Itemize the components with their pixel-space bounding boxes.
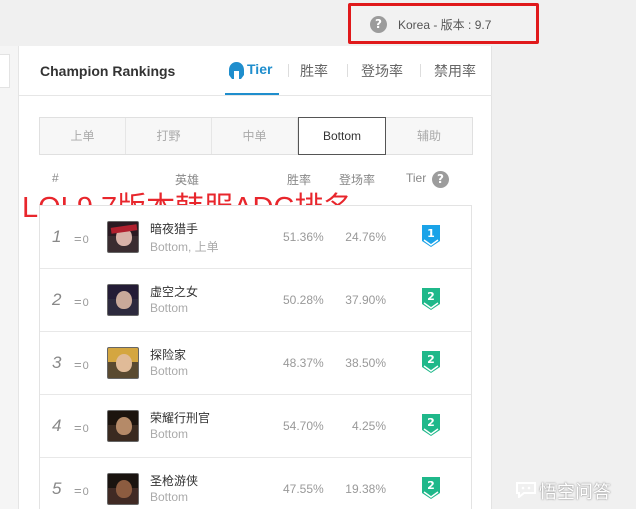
champion-avatar[interactable]: [107, 347, 139, 379]
champion-positions: Bottom: [150, 427, 189, 441]
position-top-button[interactable]: 上单: [40, 118, 126, 154]
rank-change: = 0: [74, 231, 89, 246]
sidebar-card: [0, 54, 10, 88]
champion-avatar[interactable]: [107, 473, 139, 505]
position-mid-button[interactable]: 中单: [212, 118, 298, 154]
champion-name[interactable]: 暗夜猎手: [150, 220, 198, 237]
rank-change: = 0: [74, 420, 89, 435]
region-version-selector[interactable]: ? Korea - 版本 : 9.7: [348, 3, 539, 44]
table-row[interactable]: 4 = 0 荣耀行刑官 Bottom 54.70% 4.25% 2: [40, 395, 471, 458]
position-support-button[interactable]: 辅助: [386, 118, 472, 154]
winrate-value: 54.70%: [283, 419, 324, 433]
pickrate-value: 24.76%: [345, 230, 386, 244]
pickrate-value: 38.50%: [345, 356, 386, 370]
svg-text:2: 2: [427, 353, 435, 366]
tab-divider: [347, 64, 348, 77]
winrate-value: 48.37%: [283, 356, 324, 370]
position-bottom-button[interactable]: Bottom: [298, 117, 386, 155]
svg-text:2: 2: [427, 290, 435, 303]
pickrate-value: 4.25%: [351, 419, 386, 433]
champion-name[interactable]: 虚空之女: [150, 283, 198, 300]
tab-tier[interactable]: Tier: [225, 61, 279, 95]
tier-badge-icon: 2: [422, 477, 440, 499]
svg-text:2: 2: [427, 416, 435, 429]
champion-positions: Bottom, 上单: [150, 240, 219, 254]
left-sidebar: [0, 46, 19, 509]
tier-helmet-icon: [229, 62, 244, 79]
pickrate-value: 19.38%: [345, 482, 386, 496]
tier-badge-icon: 1: [422, 225, 440, 247]
col-tier[interactable]: Tier: [406, 171, 426, 185]
tab-divider: [420, 64, 421, 77]
tab-pickrate[interactable]: 登场率: [361, 61, 403, 81]
table-row[interactable]: 1 = 0 暗夜猎手 Bottom, 上单 51.36% 24.76% 1: [40, 206, 471, 269]
rankings-table: 1 = 0 暗夜猎手 Bottom, 上单 51.36% 24.76% 1 2 =…: [39, 205, 472, 509]
rank-change: = 0: [74, 357, 89, 372]
tab-winrate[interactable]: 胜率: [300, 61, 328, 81]
winrate-value: 47.55%: [283, 482, 324, 496]
rank-number: 5: [52, 479, 62, 498]
table-row[interactable]: 3 = 0 探险家 Bottom 48.37% 38.50% 2: [40, 332, 471, 395]
active-tab-underline: [225, 93, 279, 95]
position-filter: 上单 打野 中单 Bottom 辅助: [39, 117, 473, 155]
champion-name[interactable]: 探险家: [150, 346, 186, 363]
winrate-value: 50.28%: [283, 293, 324, 307]
champion-positions: Bottom: [150, 301, 189, 315]
champion-positions: Bottom: [150, 490, 189, 504]
chat-bubble-icon: [516, 482, 536, 498]
champion-avatar[interactable]: [107, 221, 139, 253]
watermark-text: 悟空问答: [539, 482, 611, 502]
rank-number: 4: [52, 416, 62, 435]
winrate-value: 51.36%: [283, 230, 324, 244]
rank-change: = 0: [74, 483, 89, 498]
rank-change: = 0: [74, 294, 89, 309]
champion-avatar[interactable]: [107, 284, 139, 316]
col-rank: #: [52, 171, 59, 185]
table-row[interactable]: 2 = 0 虚空之女 Bottom 50.28% 37.90% 2: [40, 269, 471, 332]
rank-number: 2: [52, 290, 62, 309]
position-jungle-button[interactable]: 打野: [126, 118, 212, 154]
svg-text:2: 2: [427, 479, 435, 492]
top-bar: ? Korea - 版本 : 9.7: [0, 0, 636, 46]
tier-badge-icon: 2: [422, 414, 440, 436]
tier-help-icon[interactable]: ?: [432, 171, 449, 188]
help-icon[interactable]: ?: [370, 16, 387, 33]
tab-divider: [288, 64, 289, 77]
tab-tier-label: Tier: [247, 61, 273, 77]
rank-number: 3: [52, 353, 62, 372]
champion-name[interactable]: 荣耀行刑官: [150, 409, 210, 426]
tab-banrate[interactable]: 禁用率: [434, 61, 476, 81]
tier-badge-icon: 2: [422, 351, 440, 373]
rank-number: 1: [52, 227, 62, 246]
champion-avatar[interactable]: [107, 410, 139, 442]
pickrate-value: 37.90%: [345, 293, 386, 307]
panel-header: Champion Rankings Tier 胜率 登场率 禁用率: [19, 46, 492, 96]
champion-positions: Bottom: [150, 364, 189, 378]
table-row[interactable]: 5 = 0 圣枪游侠 Bottom 47.55% 19.38% 2: [40, 458, 471, 509]
champion-name[interactable]: 圣枪游侠: [150, 472, 198, 489]
region-version-label: Korea - 版本 : 9.7: [398, 18, 492, 32]
tier-badge-icon: 2: [422, 288, 440, 310]
panel-title: Champion Rankings: [40, 63, 176, 79]
svg-text:1: 1: [427, 227, 435, 240]
